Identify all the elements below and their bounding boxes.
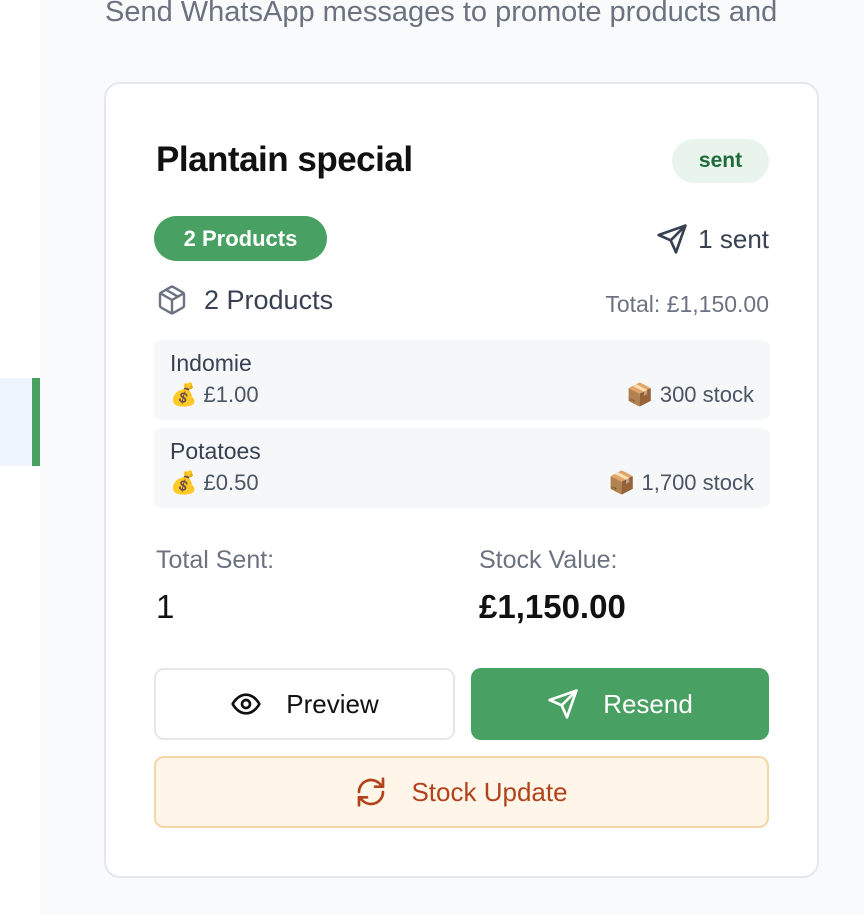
product-stock-value: 300 stock bbox=[659, 382, 754, 407]
preview-button[interactable]: Preview bbox=[154, 668, 455, 740]
money-bag-icon: 💰 bbox=[170, 470, 198, 495]
products-count-badge: 2 Products bbox=[154, 216, 327, 261]
product-stock: 📦 300 stock bbox=[626, 382, 754, 408]
stock-value-value: £1,150.00 bbox=[479, 588, 626, 625]
product-price: 💰 £1.00 bbox=[170, 382, 259, 408]
send-icon bbox=[547, 688, 579, 720]
product-stock-value: 1,700 stock bbox=[641, 470, 754, 495]
eye-icon bbox=[230, 688, 262, 720]
resend-button-label: Resend bbox=[603, 688, 693, 719]
product-name: Indomie bbox=[170, 350, 252, 376]
page-subtitle: Send WhatsApp messages to promote produc… bbox=[105, 0, 778, 28]
stock-value-label: Stock Value: bbox=[479, 546, 618, 574]
product-item: Potatoes 💰 £0.50 📦 1,700 stock bbox=[154, 428, 770, 508]
campaign-card: Plantain special sent 2 Products 1 sent … bbox=[104, 82, 819, 878]
stock-update-button[interactable]: Stock Update bbox=[154, 756, 769, 828]
product-price-value: £0.50 bbox=[203, 470, 259, 495]
products-total: Total: £1,150.00 bbox=[605, 291, 769, 317]
product-price-value: £1.00 bbox=[203, 382, 259, 407]
stock-update-button-label: Stock Update bbox=[411, 776, 568, 807]
product-price: 💰 £0.50 bbox=[170, 470, 259, 496]
total-sent-value: 1 bbox=[156, 588, 175, 625]
box-icon: 📦 bbox=[607, 470, 636, 495]
total-sent-label: Total Sent: bbox=[156, 546, 275, 574]
send-icon bbox=[656, 223, 688, 255]
products-header-label: 2 Products bbox=[204, 284, 334, 315]
status-badge: sent bbox=[672, 139, 769, 183]
preview-button-label: Preview bbox=[286, 688, 379, 719]
box-icon: 📦 bbox=[626, 382, 654, 407]
sidebar-active-indicator bbox=[32, 378, 40, 466]
resend-button[interactable]: Resend bbox=[471, 668, 769, 740]
sent-count-label: 1 sent bbox=[698, 223, 769, 254]
products-header: 2 Products bbox=[156, 284, 333, 316]
product-name: Potatoes bbox=[170, 438, 261, 464]
product-stock: 📦 1,700 stock bbox=[608, 470, 754, 496]
product-item: Indomie 💰 £1.00 📦 300 stock bbox=[154, 340, 770, 420]
sent-count: 1 sent bbox=[656, 220, 769, 258]
refresh-icon bbox=[355, 776, 387, 808]
money-bag-icon: 💰 bbox=[170, 382, 198, 407]
package-icon bbox=[156, 284, 188, 316]
campaign-title: Plantain special bbox=[156, 140, 413, 179]
